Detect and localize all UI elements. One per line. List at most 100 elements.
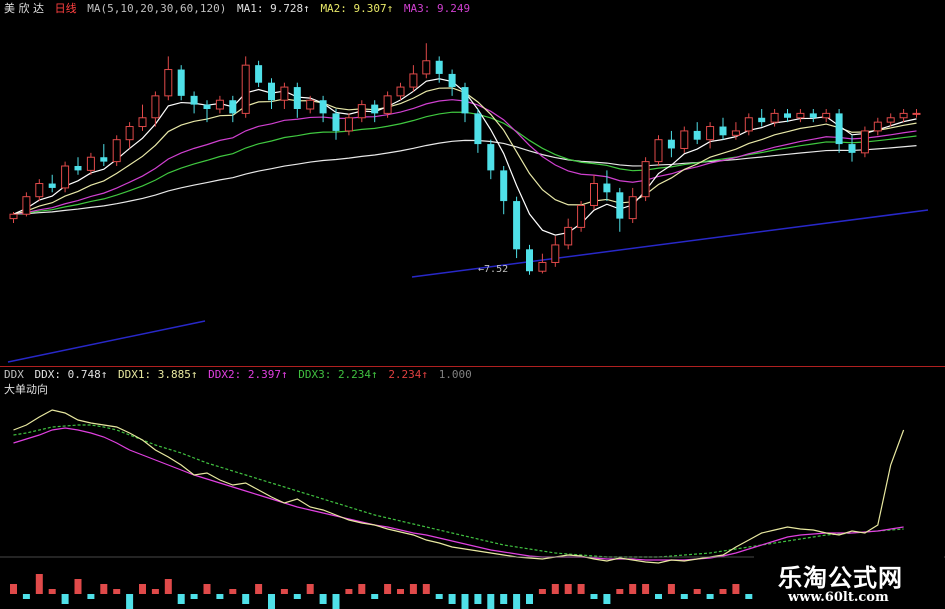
panel-divider — [0, 366, 945, 367]
ma-definition: MA(5,10,20,30,60,120) — [87, 2, 227, 15]
ddx-bar — [203, 584, 211, 594]
ddx-bar — [667, 584, 675, 594]
chart-canvas[interactable] — [0, 0, 945, 609]
ddx-bar — [745, 594, 753, 599]
candle-body — [164, 69, 173, 97]
candle-body — [396, 86, 405, 97]
ma30-line — [13, 111, 917, 215]
ddx-bar — [100, 584, 108, 594]
ddx-bar — [74, 579, 82, 594]
candle-body — [526, 249, 533, 272]
ddx-bar — [177, 594, 185, 604]
ddx-bar — [319, 594, 327, 604]
ddx-line — [13, 409, 905, 564]
ddx3-line — [13, 424, 904, 558]
candle-body — [229, 100, 237, 114]
period-label[interactable]: 日线 — [55, 2, 77, 15]
ddx-bar — [538, 589, 546, 594]
ddx-bar — [126, 594, 134, 609]
ddx-bar — [190, 594, 198, 599]
candle-body — [873, 121, 882, 132]
ddx-bar — [358, 584, 366, 594]
ddx3-value: DDX3: 2.234↑ — [298, 368, 378, 381]
ddx2-line — [13, 427, 904, 561]
candle-body — [822, 112, 831, 119]
candle-body — [654, 139, 663, 163]
ddx-bar — [719, 589, 727, 594]
candle-body — [744, 117, 753, 132]
ddx-bar — [448, 594, 456, 604]
candle-body — [409, 73, 418, 88]
ddx-bar — [526, 594, 533, 604]
watermark-url: www.60lt.com — [788, 590, 889, 605]
low-price-value: 7.52 — [484, 264, 509, 275]
ddx-bar — [255, 584, 263, 594]
ddx-bar — [293, 594, 301, 599]
candle-body — [796, 112, 805, 119]
ddx-bar — [629, 584, 637, 594]
ddx-bar — [693, 589, 701, 594]
ddx-bar — [216, 594, 224, 599]
candle-body — [719, 126, 727, 136]
indicator-subtitle: 大单动向 — [4, 383, 48, 396]
candle-body — [383, 95, 392, 114]
ddx-bar — [164, 579, 172, 594]
ddx-bar — [616, 589, 624, 594]
ddx-bar — [409, 584, 417, 594]
ddx-bar — [242, 594, 250, 604]
ddx-bar — [384, 584, 392, 594]
ddx-bar — [487, 594, 495, 609]
ddx-bar — [371, 594, 379, 599]
candle-body — [332, 113, 340, 131]
candle-body — [422, 60, 431, 75]
candle-body — [306, 99, 315, 110]
ddx-bar — [229, 589, 237, 594]
ddx1-value: DDX1: 3.885↑ — [117, 368, 198, 381]
candle-body — [100, 157, 108, 162]
candle-body — [357, 104, 366, 119]
price-panel-header: 美 欣 达 日线 MA(5,10,20,30,60,120) MA1: 9.72… — [4, 2, 474, 16]
ddx-bar — [732, 584, 740, 594]
ddx-bar — [332, 594, 340, 609]
ddx-bar — [35, 574, 43, 594]
ddx-baseline-value: 1.000 — [438, 368, 472, 381]
ddx-bar — [603, 594, 611, 604]
candle-body — [835, 113, 843, 145]
candle-body — [293, 87, 301, 109]
stock-name: 美 欣 达 — [4, 2, 44, 15]
ddx-bar — [551, 584, 559, 594]
candle-body — [886, 117, 895, 123]
ddx-bar — [500, 594, 508, 604]
ddx-bar — [590, 594, 598, 599]
candle-body — [344, 117, 353, 132]
candle-body — [538, 261, 547, 272]
candle-body — [590, 183, 598, 206]
candle-body — [190, 95, 198, 105]
candle-body — [860, 130, 869, 154]
ddx-bar — [113, 589, 121, 594]
candle-body — [125, 126, 134, 141]
ddx-bar — [22, 594, 30, 599]
candle-body — [435, 60, 443, 74]
ddx-bar — [345, 589, 353, 594]
candle-body — [112, 139, 121, 163]
candle-body — [551, 244, 560, 263]
indicator-name: DDX — [4, 368, 24, 381]
ddx-bar — [61, 594, 69, 604]
candle-body — [500, 170, 508, 202]
candle-body — [371, 104, 379, 114]
candle-body — [319, 100, 327, 114]
candle-body — [758, 117, 766, 123]
ddx-bar — [10, 584, 17, 594]
candle-body — [48, 183, 56, 188]
ddx-bar — [461, 594, 469, 609]
candle-body — [203, 104, 211, 109]
candle-body — [770, 112, 779, 123]
low-price-marker: ←7.52 — [478, 264, 509, 275]
ddx-bar — [642, 584, 650, 594]
ddx-bar — [87, 594, 95, 599]
candle-body — [448, 73, 456, 88]
candle-body — [138, 117, 147, 128]
candle-body — [680, 130, 689, 149]
ddx-bar — [422, 584, 430, 594]
